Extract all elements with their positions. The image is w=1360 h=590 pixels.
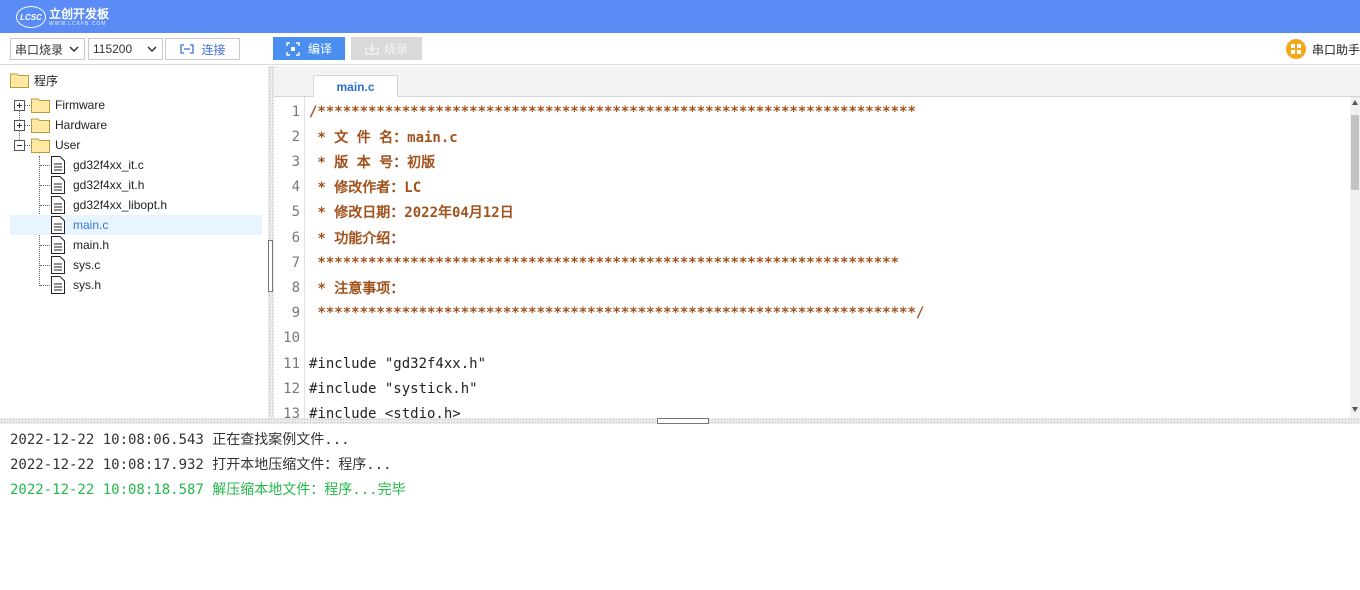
logo-name: 立创开发板: [49, 6, 110, 21]
scroll-down-icon[interactable]: [1352, 407, 1358, 412]
line-number: 12: [283, 380, 300, 397]
tree-file[interactable]: sys.c: [51, 255, 260, 275]
line-number: 7: [291, 254, 300, 271]
plug-icon: [180, 44, 195, 54]
line-number: 11: [283, 355, 300, 372]
editor-scrollbar[interactable]: [1350, 97, 1360, 418]
code-text: * 功能介绍：: [309, 230, 405, 247]
editor-tab-bar: main.c: [274, 66, 1360, 98]
file-icon: [51, 196, 65, 214]
code-text: #include "systick.h": [309, 380, 478, 397]
tree-folder-hardware[interactable]: Hardware: [31, 115, 260, 135]
line-number: 9: [291, 305, 300, 322]
line-number: 6: [291, 229, 300, 246]
baud-select[interactable]: 115200: [88, 38, 163, 60]
file-icon: [51, 276, 65, 294]
code-text: * 修改日期：2022年04月12日: [309, 205, 514, 222]
tab-main-c[interactable]: main.c: [313, 75, 398, 98]
file-icon: [51, 156, 65, 174]
file-icon: [51, 176, 65, 194]
line-number: 4: [291, 179, 300, 196]
folder-icon: [10, 73, 29, 88]
tree-folder-user[interactable]: User: [31, 135, 260, 155]
folder-open-icon: [31, 138, 50, 153]
tree-file[interactable]: sys.h: [51, 275, 260, 295]
code-line: 7 **************************************…: [274, 250, 1350, 275]
code-line: 4 * 修改作者：LC: [274, 175, 1350, 200]
code-text: * 修改作者：LC: [309, 180, 422, 197]
toolbar: 串口烧录 115200 连接 编译 烧录 串口助手: [0, 33, 1360, 65]
baud-select-value: 115200: [93, 42, 133, 56]
compile-button[interactable]: 编译: [273, 37, 345, 60]
expand-toggle-hardware[interactable]: [14, 120, 25, 131]
code-text: * 注意事项：: [309, 280, 405, 297]
splitter-collapse-handle[interactable]: [268, 240, 273, 292]
log-entry: 2022-12-22 10:08:18.587 解压缩本地文件：程序...完毕: [10, 481, 406, 498]
code-editor[interactable]: 1 /**************************************…: [274, 97, 1360, 418]
file-icon: [51, 216, 65, 234]
mode-select-value: 串口烧录: [15, 42, 64, 57]
mode-select[interactable]: 串口烧录: [10, 38, 85, 60]
line-number: 2: [291, 128, 300, 145]
log-entry: 2022-12-22 10:08:17.932 打开本地压缩文件：程序...: [10, 456, 392, 473]
code-line: 9 **************************************…: [274, 301, 1350, 326]
code-text: * 文 件 名：main.c: [309, 129, 458, 146]
chevron-down-icon: [147, 46, 157, 53]
app-logo: LCSC 立创开发板 WWW.LCKFB.COM: [16, 4, 109, 30]
code-text: #include <stdio.h>: [309, 405, 461, 418]
tree-file[interactable]: gd32f4xx_it.h: [51, 175, 260, 195]
download-icon: [365, 43, 379, 55]
line-number: 1: [291, 103, 300, 120]
grid-icon: [1286, 39, 1306, 59]
code-text: ****************************************…: [309, 305, 925, 322]
output-log: 2022-12-22 10:08:06.543 正在查找案例文件... 2022-…: [0, 424, 1360, 590]
compile-icon: [286, 41, 300, 56]
code-line: 12 #include "systick.h": [274, 376, 1350, 401]
code-line: 6 * 功能介绍：: [274, 225, 1350, 250]
burn-button[interactable]: 烧录: [351, 37, 422, 60]
line-number: 13: [283, 405, 300, 418]
folder-icon: [31, 118, 50, 133]
tree-root-folder[interactable]: 程序: [10, 70, 260, 90]
connect-button[interactable]: 连接: [165, 38, 240, 60]
scroll-up-icon[interactable]: [1352, 100, 1358, 105]
expand-toggle-firmware[interactable]: [14, 100, 25, 111]
code-text: * 版 本 号：初版: [309, 154, 436, 171]
line-number: 5: [291, 204, 300, 221]
tree-file[interactable]: main.h: [51, 235, 260, 255]
logo-badge: LCSC: [16, 6, 46, 28]
scrollbar-thumb[interactable]: [1351, 115, 1359, 190]
code-line: 11 #include "gd32f4xx.h": [274, 351, 1350, 376]
serial-helper-button[interactable]: 串口助手: [1286, 39, 1360, 59]
line-number: 8: [291, 279, 300, 296]
file-tree: 程序 Firmware Hardware User gd32f4xx_it.c …: [0, 66, 268, 418]
tree-file[interactable]: gd32f4xx_libopt.h: [51, 195, 260, 215]
tree-file-selected[interactable]: main.c: [10, 215, 262, 235]
title-bar: LCSC 立创开发板 WWW.LCKFB.COM: [0, 0, 1360, 33]
logo-site: WWW.LCKFB.COM: [49, 20, 107, 27]
log-entry: 2022-12-22 10:08:06.543 正在查找案例文件...: [10, 431, 350, 448]
code-line: 10: [274, 326, 1350, 351]
folder-icon: [31, 98, 50, 113]
code-line: 3 * 版 本 号：初版: [274, 149, 1350, 174]
line-number: 3: [291, 153, 300, 170]
code-text: #include "gd32f4xx.h": [309, 355, 487, 372]
code-line: 1 /**************************************…: [274, 99, 1350, 124]
code-line: 8 * 注意事项：: [274, 275, 1350, 300]
tree-folder-firmware[interactable]: Firmware: [31, 95, 260, 115]
code-text: /***************************************…: [309, 103, 916, 120]
chevron-down-icon: [69, 46, 79, 53]
file-icon: [51, 256, 65, 274]
code-text: ****************************************…: [309, 254, 900, 271]
code-line: 5 * 修改日期：2022年04月12日: [274, 200, 1350, 225]
code-line: 13 #include <stdio.h>: [274, 401, 1350, 418]
collapse-toggle-user[interactable]: [14, 140, 25, 151]
line-number: 10: [283, 330, 300, 347]
file-icon: [51, 236, 65, 254]
tree-file[interactable]: gd32f4xx_it.c: [51, 155, 260, 175]
code-line: 2 * 文 件 名：main.c: [274, 124, 1350, 149]
